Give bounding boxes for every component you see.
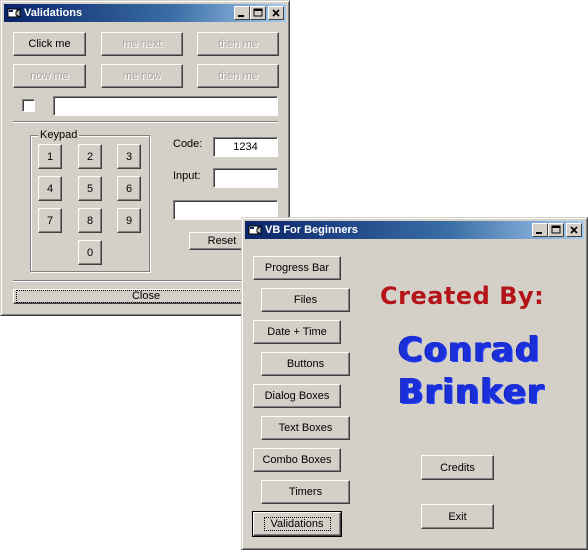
keypad-key-2[interactable]: 2 bbox=[78, 144, 102, 169]
created-by-label: Created By: bbox=[380, 282, 545, 310]
app-icon bbox=[7, 8, 21, 18]
validations-button[interactable]: Validations bbox=[252, 511, 342, 537]
click-me-button[interactable]: Click me bbox=[13, 32, 86, 56]
keypad-key-8[interactable]: 8 bbox=[78, 208, 102, 233]
bottom-separator bbox=[13, 280, 278, 282]
validations-button-label: Validations bbox=[263, 517, 331, 531]
date-time-button[interactable]: Date + Time bbox=[253, 320, 341, 344]
me-next-button[interactable]: me next bbox=[101, 32, 183, 56]
input-label: Input: bbox=[173, 170, 201, 182]
close-button-label: Close bbox=[16, 290, 276, 303]
minimize-icon[interactable] bbox=[234, 6, 250, 20]
close-icon[interactable] bbox=[566, 223, 582, 237]
files-button[interactable]: Files bbox=[261, 288, 350, 312]
keypad-key-7[interactable]: 7 bbox=[38, 208, 62, 233]
validations-titlebar[interactable]: Validations bbox=[4, 4, 286, 22]
code-label: Code: bbox=[173, 138, 203, 150]
exit-button[interactable]: Exit bbox=[421, 504, 494, 529]
vb-window: VB For Beginners Progress Bar Files Date… bbox=[241, 217, 588, 550]
validations-title: Validations bbox=[24, 7, 83, 19]
combo-boxes-button[interactable]: Combo Boxes bbox=[253, 448, 341, 472]
keypad-key-3[interactable]: 3 bbox=[117, 144, 141, 169]
then-me-button-1[interactable]: then me bbox=[197, 32, 279, 56]
now-me-button[interactable]: now me bbox=[13, 64, 86, 88]
keypad-key-6[interactable]: 6 bbox=[117, 176, 141, 201]
author-last-name: Brinker bbox=[398, 372, 546, 412]
credits-button[interactable]: Credits bbox=[421, 455, 494, 480]
author-first-name: Conrad bbox=[398, 330, 541, 370]
keypad-key-0[interactable]: 0 bbox=[78, 240, 102, 265]
vb-title: VB For Beginners bbox=[265, 224, 358, 236]
validation-checkbox[interactable] bbox=[22, 99, 35, 112]
maximize-icon[interactable] bbox=[548, 223, 564, 237]
keypad-key-5[interactable]: 5 bbox=[78, 176, 102, 201]
keypad-key-4[interactable]: 4 bbox=[38, 176, 62, 201]
then-me-button-2[interactable]: then me bbox=[197, 64, 279, 88]
timers-button[interactable]: Timers bbox=[261, 480, 350, 504]
keypad-key-9[interactable]: 9 bbox=[117, 208, 141, 233]
keypad-key-1[interactable]: 1 bbox=[38, 144, 62, 169]
minimize-icon[interactable] bbox=[532, 223, 548, 237]
dialog-boxes-button[interactable]: Dialog Boxes bbox=[253, 384, 341, 408]
maximize-icon[interactable] bbox=[250, 6, 266, 20]
input-field[interactable] bbox=[213, 168, 278, 188]
buttons-button[interactable]: Buttons bbox=[261, 352, 350, 376]
me-now-button[interactable]: me now bbox=[101, 64, 183, 88]
close-icon[interactable] bbox=[268, 6, 284, 20]
keypad-title: Keypad bbox=[38, 129, 80, 141]
vb-titlebar[interactable]: VB For Beginners bbox=[245, 221, 584, 239]
top-separator bbox=[13, 121, 278, 123]
progress-bar-button[interactable]: Progress Bar bbox=[253, 256, 341, 280]
code-field[interactable]: 1234 bbox=[213, 137, 278, 157]
app-icon bbox=[248, 225, 262, 235]
close-button[interactable]: Close bbox=[13, 289, 279, 304]
validation-textbox[interactable] bbox=[53, 96, 278, 116]
text-boxes-button[interactable]: Text Boxes bbox=[261, 416, 350, 440]
